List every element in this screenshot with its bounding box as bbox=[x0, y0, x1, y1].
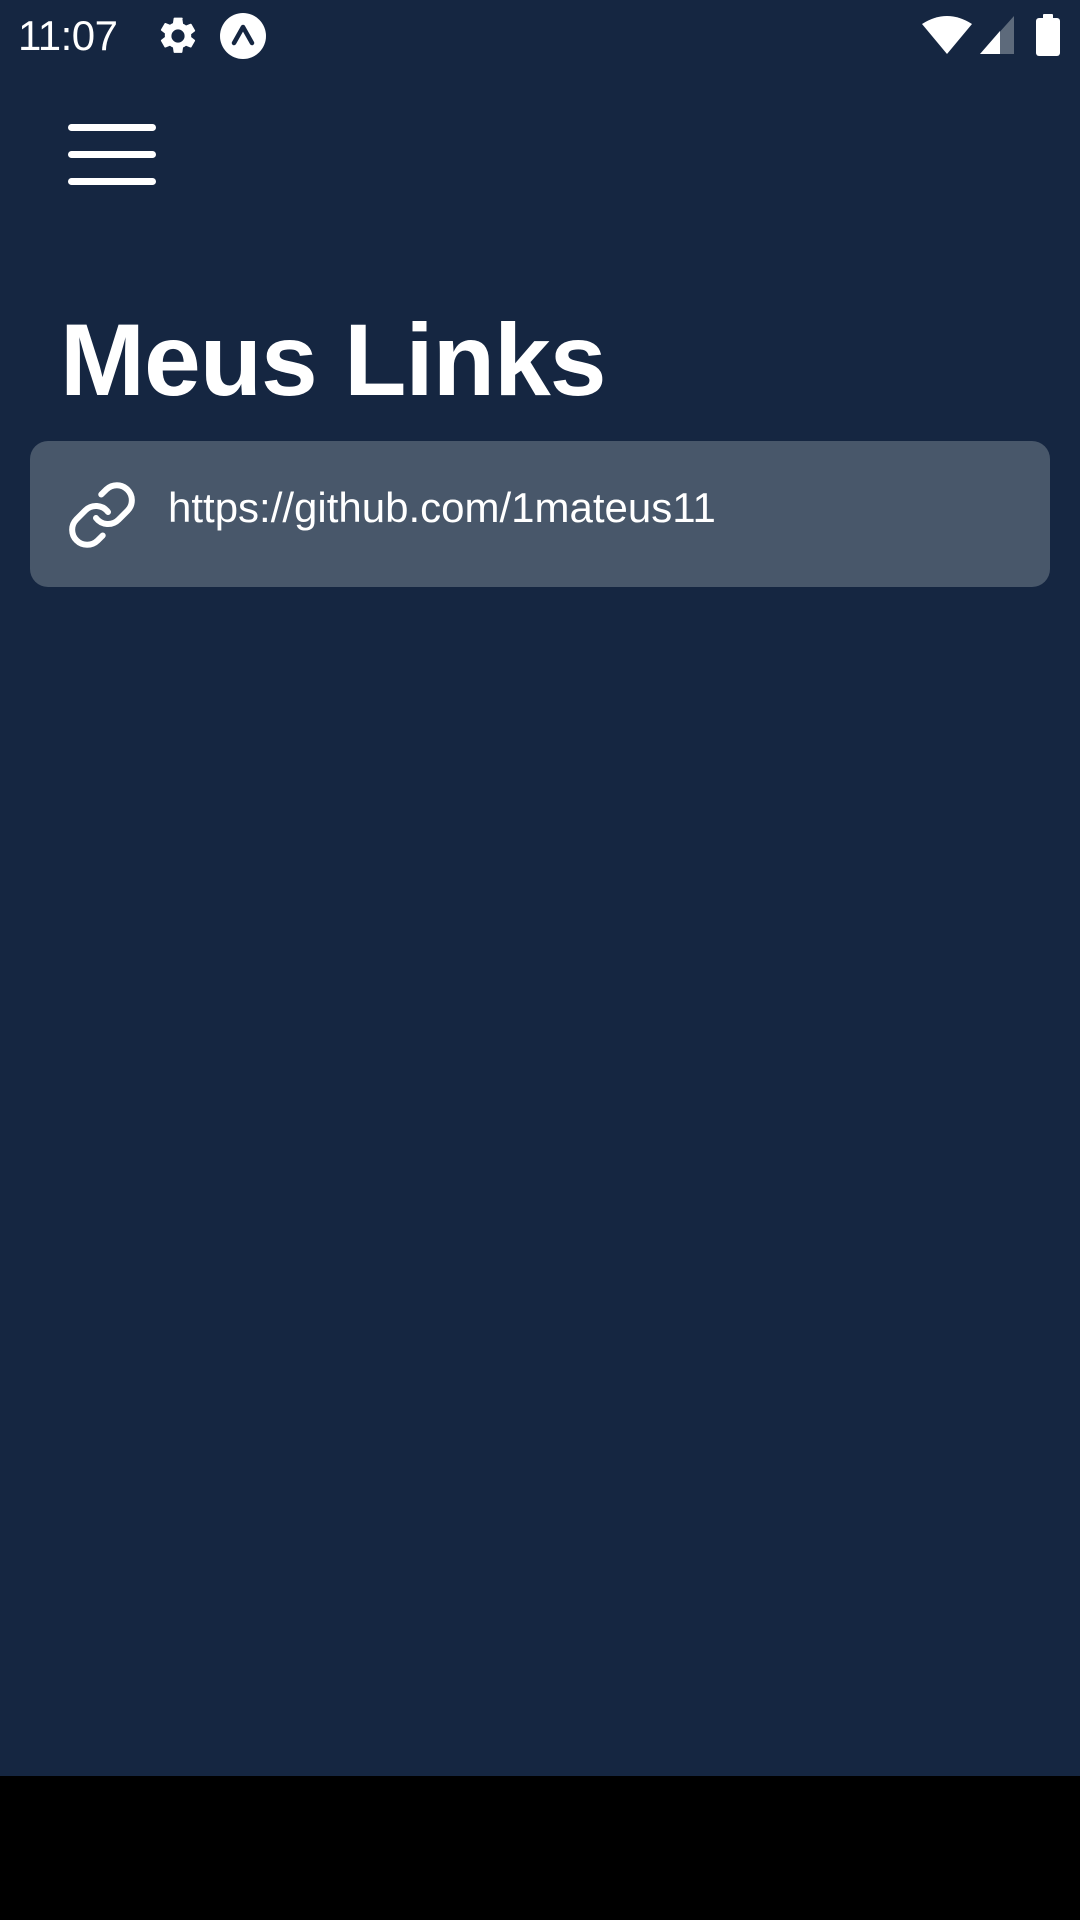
menu-bar-bottom bbox=[68, 178, 156, 185]
signal-icon bbox=[980, 16, 1014, 54]
status-time: 11:07 bbox=[18, 12, 118, 59]
wifi-icon bbox=[922, 16, 972, 54]
gear-icon bbox=[160, 17, 196, 53]
app-background: 11:07 Meus Links https://github.com/1mat… bbox=[0, 0, 1080, 1776]
battery-icon bbox=[1036, 14, 1060, 56]
menu-bar-middle bbox=[68, 151, 156, 158]
menu-bar-top bbox=[68, 124, 156, 131]
link-url[interactable]: https://github.com/1mateus11 bbox=[168, 482, 716, 534]
hamburger-menu-button[interactable] bbox=[56, 110, 168, 206]
page-title: Meus Links bbox=[60, 303, 606, 417]
status-bar: 11:07 bbox=[0, 0, 1080, 72]
link-icon bbox=[69, 482, 135, 548]
screen: 11:07 Meus Links https://github.com/1mat… bbox=[0, 0, 1080, 1920]
navigation-bar bbox=[0, 1776, 1080, 1920]
expo-icon bbox=[220, 13, 266, 59]
